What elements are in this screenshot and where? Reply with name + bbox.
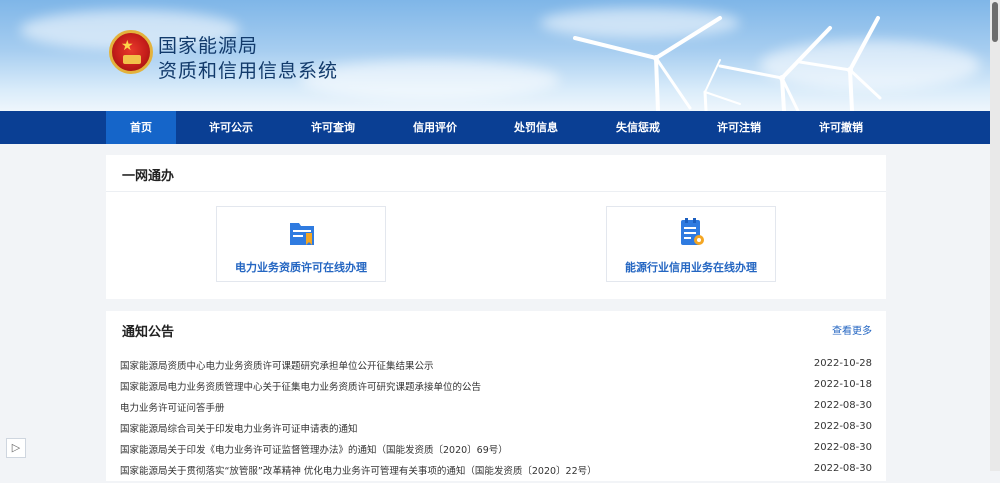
- services-panel: 一网通办 电力业务资质许可在线办理 能源行业信用业务在线办理: [106, 155, 886, 299]
- nav-license-publicity[interactable]: 许可公示: [196, 111, 266, 144]
- divider: [106, 191, 886, 192]
- page-scrollbar[interactable]: [990, 0, 1000, 471]
- nav-credit-evaluation[interactable]: 信用评价: [400, 111, 470, 144]
- notice-row[interactable]: 国家能源局综合司关于印发电力业务许可证申请表的通知 2022-08-30: [120, 421, 872, 441]
- document-gear-icon: [681, 218, 704, 245]
- notice-date: 2022-08-30: [813, 463, 872, 474]
- nav-penalty-info[interactable]: 处罚信息: [501, 111, 571, 144]
- notice-row[interactable]: 国家能源局关于印发《电力业务许可证监督管理办法》的通知（国能发资质〔2020〕6…: [120, 442, 872, 462]
- notice-row[interactable]: 电力业务许可证问答手册 2022-08-30: [120, 400, 872, 420]
- org-name: 国家能源局: [158, 35, 259, 57]
- notice-date: 2022-08-30: [813, 400, 872, 411]
- notice-title[interactable]: 国家能源局关于印发《电力业务许可证监督管理办法》的通知（国能发资质〔2020〕6…: [120, 442, 508, 456]
- system-name: 资质和信用信息系统: [158, 60, 339, 82]
- notice-title[interactable]: 国家能源局资质中心电力业务资质许可课题研究承担单位公开征集结果公示: [120, 358, 434, 372]
- main-nav: 首页 许可公示 许可查询 信用评价 处罚信息 失信惩戒 许可注销 许可撤销: [0, 111, 1000, 144]
- notice-title[interactable]: 国家能源局电力业务资质管理中心关于征集电力业务资质许可研究课题承接单位的公告: [120, 379, 481, 393]
- notice-row[interactable]: 国家能源局电力业务资质管理中心关于征集电力业务资质许可研究课题承接单位的公告 2…: [120, 379, 872, 399]
- nav-home[interactable]: 首页: [106, 111, 176, 144]
- header-banner: ★ 国家能源局 资质和信用信息系统: [0, 0, 1000, 111]
- notice-date: 2022-10-18: [813, 379, 872, 390]
- nav-license-cancellation[interactable]: 许可注销: [704, 111, 774, 144]
- service-card-credit[interactable]: 能源行业信用业务在线办理: [606, 206, 776, 282]
- scrollbar-thumb[interactable]: [992, 2, 998, 42]
- service-card-label: 能源行业信用业务在线办理: [625, 261, 757, 274]
- services-title: 一网通办: [122, 169, 175, 184]
- service-card-power-license[interactable]: 电力业务资质许可在线办理: [216, 206, 386, 282]
- notices-title: 通知公告: [122, 325, 175, 340]
- folder-icon: [290, 223, 314, 245]
- notice-date: 2022-10-28: [813, 358, 872, 369]
- view-more-link[interactable]: 查看更多: [832, 322, 872, 337]
- nav-license-revocation[interactable]: 许可撤销: [806, 111, 876, 144]
- notices-panel: 通知公告 查看更多 国家能源局资质中心电力业务资质许可课题研究承担单位公开征集结…: [106, 311, 886, 481]
- national-emblem-icon: ★: [109, 30, 153, 74]
- service-card-label: 电力业务资质许可在线办理: [235, 261, 367, 274]
- notice-title[interactable]: 电力业务许可证问答手册: [120, 400, 225, 414]
- notice-date: 2022-08-30: [813, 442, 872, 453]
- notice-title[interactable]: 国家能源局综合司关于印发电力业务许可证申请表的通知: [120, 421, 358, 435]
- expand-sidebar-arrow-icon[interactable]: ▷: [6, 438, 26, 458]
- nav-license-query[interactable]: 许可查询: [298, 111, 368, 144]
- notice-date: 2022-08-30: [813, 421, 872, 432]
- nav-dishonesty-punishment[interactable]: 失信惩戒: [603, 111, 673, 144]
- notice-row[interactable]: 国家能源局关于贯彻落实“放管服”改革精神 优化电力业务许可管理有关事项的通知（国…: [120, 463, 872, 483]
- notice-row[interactable]: 国家能源局资质中心电力业务资质许可课题研究承担单位公开征集结果公示 2022-1…: [120, 358, 872, 378]
- notice-title[interactable]: 国家能源局关于贯彻落实“放管服”改革精神 优化电力业务许可管理有关事项的通知（国…: [120, 463, 597, 477]
